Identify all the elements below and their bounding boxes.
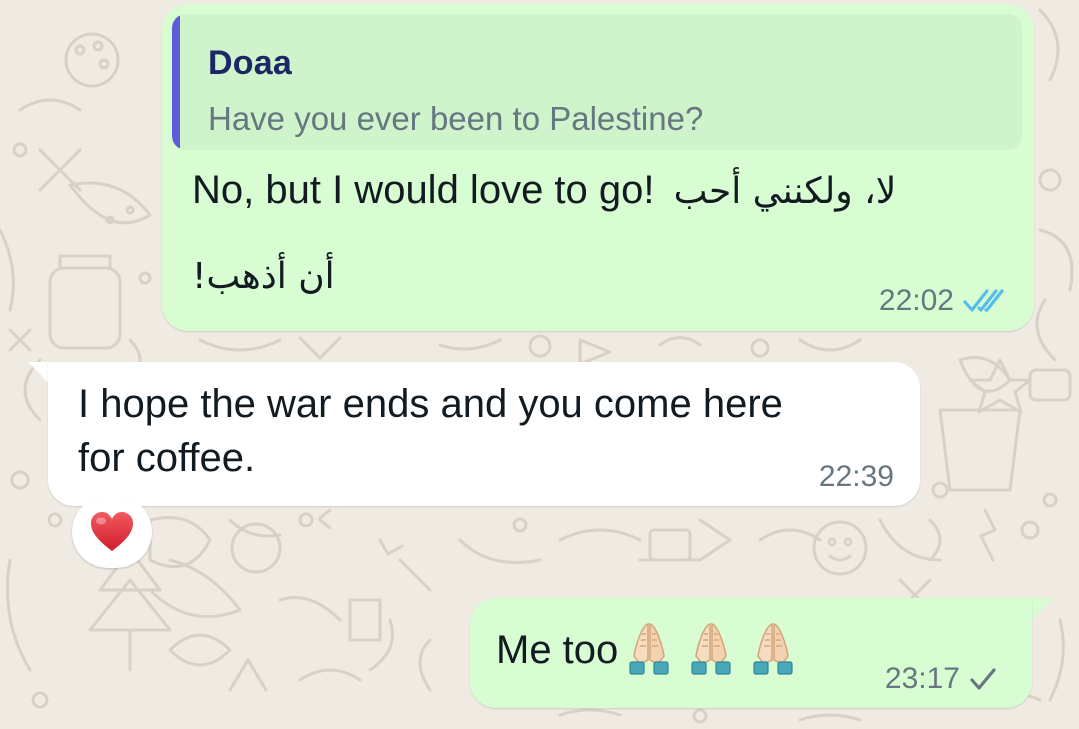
- message-text-english: No, but I would love to go!: [192, 168, 655, 212]
- outgoing-message-bubble[interactable]: Me too 23:17: [470, 598, 1032, 708]
- message-text-arabic: لا، ولكنني أحب: [673, 171, 897, 212]
- message-meta: 22:02: [879, 284, 1008, 318]
- folded-hands-icon: [691, 622, 731, 675]
- message-text-line: for coffee.: [78, 436, 256, 480]
- folded-hands-icon: [629, 622, 669, 675]
- message-time: 23:17: [884, 662, 960, 695]
- message-text-arabic-continued: أن أذهب!: [192, 256, 335, 297]
- message-reaction[interactable]: [72, 496, 152, 568]
- message-time: 22:39: [818, 460, 894, 493]
- message-text-line: No, but I would love to go! لا، ولكنني أ…: [192, 168, 896, 213]
- double-check-icon: [962, 288, 1008, 314]
- outgoing-message-bubble[interactable]: Doaa Have you ever been to Palestine? No…: [162, 4, 1034, 331]
- bubble-tail: [1030, 598, 1054, 622]
- message-meta: 22:39: [819, 460, 894, 494]
- quoted-author: Doaa: [208, 44, 292, 82]
- emoji-row: [626, 620, 796, 678]
- heart-icon: [91, 512, 133, 551]
- quote-accent-bar: [172, 14, 180, 150]
- message-meta: 23:17: [885, 662, 998, 696]
- message-time: 22:02: [878, 284, 954, 317]
- quoted-message[interactable]: Doaa Have you ever been to Palestine?: [172, 14, 1022, 150]
- quoted-text: Have you ever been to Palestine?: [208, 100, 704, 137]
- message-text-line: I hope the war ends and you come here: [78, 382, 783, 426]
- single-check-icon: [968, 667, 998, 691]
- folded-hands-icon: [753, 622, 793, 675]
- incoming-message-bubble[interactable]: I hope the war ends and you come here fo…: [48, 362, 920, 506]
- message-text-line: Me too: [496, 628, 619, 672]
